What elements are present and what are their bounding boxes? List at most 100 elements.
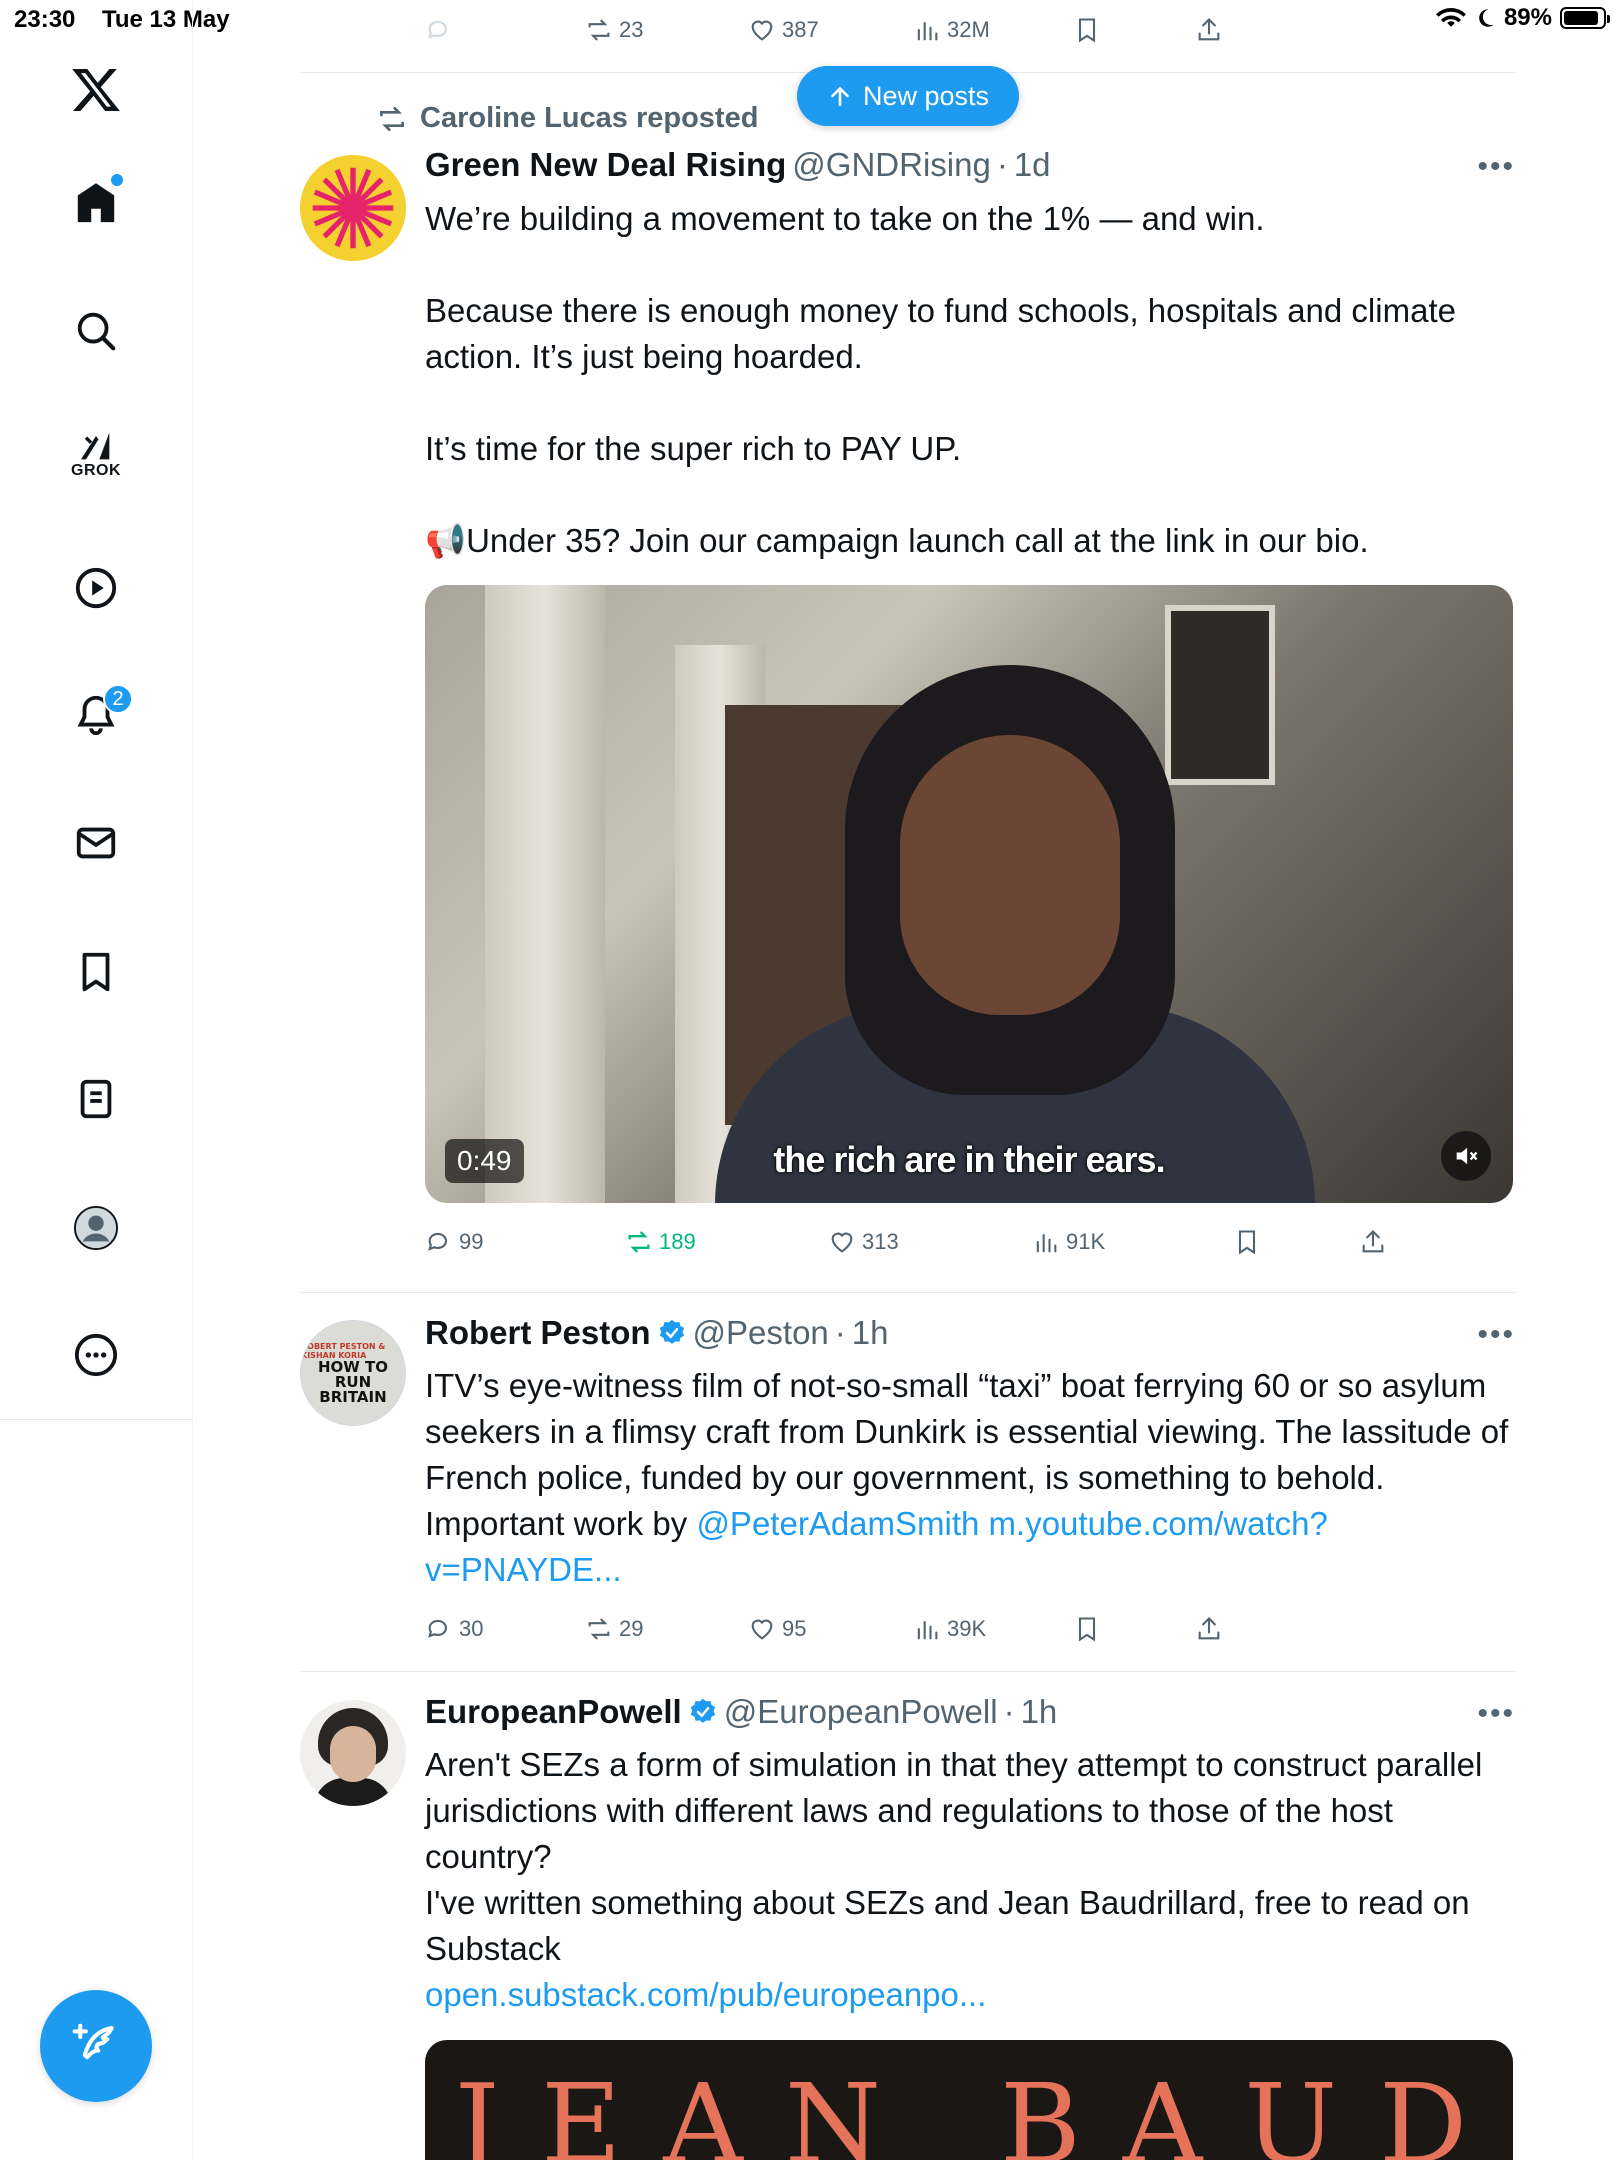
sunburst-logo-icon <box>300 155 406 261</box>
post-time[interactable]: 1h <box>1021 1693 1058 1731</box>
previous-post-actions: 23 387 32M <box>0 8 1620 52</box>
repost-count: 23 <box>619 17 644 42</box>
mute-button[interactable] <box>1441 1131 1491 1181</box>
views-icon <box>1036 1233 1057 1253</box>
separator-dot: · <box>996 146 1008 183</box>
speaker-muted-icon <box>1456 1147 1478 1165</box>
share-icon <box>1362 1230 1384 1253</box>
tweet-paragraph: Because there is enough money to fund sc… <box>425 292 1456 375</box>
like-button[interactable]: 95 <box>748 1607 806 1651</box>
author-handle[interactable]: @EuropeanPowell <box>724 1693 998 1731</box>
bookmark-icon <box>1078 1617 1096 1642</box>
views-count: 39K <box>947 1616 987 1641</box>
views-button[interactable]: 32M <box>913 8 990 52</box>
notifications-badge: 2 <box>103 684 133 714</box>
reply-icon <box>428 20 448 39</box>
sidebar-divider <box>192 1420 193 2160</box>
views-icon <box>917 21 938 41</box>
nav-lists[interactable] <box>61 1064 131 1134</box>
search-icon <box>77 312 116 351</box>
list-icon <box>80 1079 112 1119</box>
author-handle[interactable]: @Peston <box>693 1314 829 1352</box>
heart-icon <box>751 20 773 41</box>
repost-button[interactable]: 29 <box>585 1607 643 1651</box>
bookmark-icon <box>82 952 110 992</box>
repost-button[interactable]: 189 <box>625 1220 696 1264</box>
video-player[interactable]: 0:49 the rich are in their ears. <box>425 585 1513 1203</box>
bookmark-icon <box>1078 18 1096 43</box>
more-options-button[interactable]: ••• <box>1477 150 1515 184</box>
nav-video[interactable] <box>61 553 131 623</box>
tweet-header: Green New Deal Rising @GNDRising · 1d <box>425 146 1051 184</box>
post-time[interactable]: 1d <box>1014 146 1051 184</box>
bookmark-icon <box>1238 1230 1256 1255</box>
views-button[interactable]: 91K <box>1032 1220 1105 1264</box>
share-button[interactable] <box>1359 1220 1387 1264</box>
repost-icon <box>588 1618 610 1640</box>
like-button[interactable]: 387 <box>748 8 819 52</box>
repost-icon <box>380 106 404 131</box>
like-count: 95 <box>782 1616 807 1641</box>
grok-label: GROK <box>71 462 121 479</box>
author-avatar[interactable] <box>300 155 406 261</box>
author-avatar[interactable]: ROBERT PESTON & KISHAN KORIA HOW TO RUN … <box>300 1320 406 1426</box>
nav-bookmarks[interactable] <box>61 937 131 1007</box>
compose-post-button[interactable] <box>40 1990 152 2102</box>
nav-home[interactable] <box>61 168 131 238</box>
author-name[interactable]: Green New Deal Rising <box>425 146 786 184</box>
feather-plus-icon <box>72 2023 114 2060</box>
tweet-text: Aren't SEZs a form of simulation in that… <box>425 1742 1515 2018</box>
author-handle[interactable]: @GNDRising <box>792 146 991 184</box>
repost-count: 29 <box>619 1616 644 1641</box>
nav-notifications[interactable]: 2 <box>61 680 133 750</box>
tweet-paragraph: We’re building a movement to take on the… <box>425 200 1265 237</box>
new-posts-button[interactable]: New posts <box>797 66 1019 126</box>
tweet-paragraph: It’s time for the super rich to PAY UP. <box>425 430 962 467</box>
reply-count: 99 <box>459 1229 484 1254</box>
nav-grok[interactable]: GROK <box>61 420 131 490</box>
video-caption: the rich are in their ears. <box>773 1139 1165 1180</box>
nav-more[interactable] <box>61 1320 131 1390</box>
repost-context: Caroline Lucas reposted <box>376 102 758 135</box>
tweet-actions: 30 29 95 39K <box>0 1607 1620 1651</box>
verified-badge-icon <box>659 1319 684 1344</box>
repost-icon <box>588 19 610 41</box>
more-options-button[interactable]: ••• <box>1477 1697 1515 1731</box>
tweet-header: Robert Peston @Peston · 1h <box>425 1314 889 1352</box>
repost-count: 189 <box>659 1229 696 1254</box>
author-name[interactable]: EuropeanPowell <box>425 1693 682 1731</box>
like-count: 387 <box>782 17 819 42</box>
more-options-button[interactable]: ••• <box>1477 1318 1515 1352</box>
views-button[interactable]: 39K <box>913 1607 986 1651</box>
views-icon <box>917 1620 938 1640</box>
like-button[interactable]: 313 <box>828 1220 899 1264</box>
views-count: 32M <box>947 17 990 42</box>
tweet-text: ITV’s eye-witness film of not-so-small “… <box>425 1363 1515 1593</box>
bookmark-button[interactable] <box>1073 8 1101 52</box>
like-count: 313 <box>862 1229 899 1254</box>
x-logo-icon[interactable] <box>70 64 122 116</box>
video-scene-column <box>485 585 605 1203</box>
bookmark-button[interactable] <box>1233 1220 1261 1264</box>
preview-image-text: JEAN BAUDRILLARD <box>455 2060 1513 2160</box>
bookmark-button[interactable] <box>1073 1607 1101 1651</box>
views-count: 91K <box>1066 1229 1106 1254</box>
reply-button[interactable]: 99 <box>425 1220 483 1264</box>
nav-explore[interactable] <box>61 296 131 366</box>
arrow-up-icon <box>831 86 849 106</box>
share-button[interactable] <box>1195 8 1223 52</box>
post-time[interactable]: 1h <box>852 1314 889 1352</box>
share-button[interactable] <box>1195 1607 1223 1651</box>
sidebar: GROK 2 <box>0 0 193 1420</box>
repost-button[interactable]: 23 <box>585 8 643 52</box>
author-name[interactable]: Robert Peston <box>425 1314 651 1352</box>
url-link[interactable]: open.substack.com/pub/europeanpo... <box>425 1972 1515 2018</box>
nav-messages[interactable] <box>61 808 131 878</box>
author-avatar[interactable] <box>300 1700 406 1806</box>
mention-link[interactable]: @PeterAdamSmith <box>696 1505 979 1542</box>
reply-button[interactable] <box>425 8 453 52</box>
post-divider <box>300 1671 1515 1672</box>
tweet-paragraph: Aren't SEZs a form of simulation in that… <box>425 1746 1483 1875</box>
link-preview-image[interactable]: JEAN BAUDRILLARD <box>425 2040 1513 2160</box>
reply-button[interactable]: 30 <box>425 1607 483 1651</box>
